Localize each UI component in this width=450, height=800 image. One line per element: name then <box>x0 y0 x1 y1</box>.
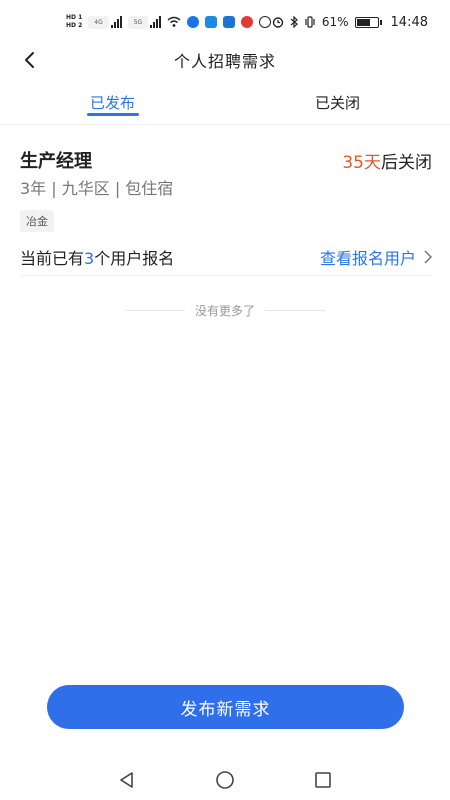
enroll-count: 3 <box>84 248 95 268</box>
enroll-suffix: 个用户报名 <box>94 248 175 268</box>
status-bar: HD 1 HD 2 4G 5G 61% 14:48 <box>0 0 450 44</box>
divider-right <box>265 310 325 311</box>
job-header-row: 生产经理 35天后关闭 <box>20 140 432 180</box>
signal-icon-2: 5G <box>127 16 162 29</box>
hd2-label: HD 2 <box>66 22 83 29</box>
view-applicants-label: 查看报名用户 <box>319 248 416 268</box>
weibo-icon <box>241 16 254 28</box>
system-nav-bar <box>0 760 450 800</box>
header: 个人招聘需求 <box>0 44 450 76</box>
tag-row: 冶金 <box>20 210 432 232</box>
enroll-row: 当前已有3个用户报名 查看报名用户 <box>20 242 432 276</box>
nav-back-button[interactable] <box>113 766 141 794</box>
industry-tag: 冶金 <box>20 210 54 232</box>
job-card[interactable]: 生产经理 35天后关闭 3年 | 九华区 | 包住宿 冶金 当前已有3个用户报名… <box>20 140 432 276</box>
vibrate-icon <box>305 16 315 28</box>
net2-label: 5G <box>127 16 149 29</box>
publish-new-button[interactable]: 发布新需求 <box>47 685 404 729</box>
job-meta: 3年 | 九华区 | 包住宿 <box>20 179 174 198</box>
close-days: 35天 <box>342 152 381 173</box>
app-icon-2 <box>205 16 218 28</box>
net1-label: 4G <box>88 16 109 29</box>
status-left: HD 1 HD 2 4G 5G <box>66 14 272 30</box>
recents-square-icon <box>315 772 331 788</box>
enroll-prefix: 当前已有 <box>20 248 85 268</box>
alarm-icon <box>272 17 284 28</box>
nav-recents-button[interactable] <box>309 766 337 794</box>
chevron-right-icon <box>424 249 432 264</box>
wifi-icon <box>167 16 181 27</box>
tab-divider <box>0 124 450 125</box>
close-countdown: 35天后关闭 <box>342 148 432 173</box>
enroll-text: 当前已有3个用户报名 <box>20 245 174 269</box>
chevron-left-icon <box>25 52 34 68</box>
battery-icon <box>354 16 382 28</box>
tab-closed[interactable]: 已关闭 <box>225 84 450 124</box>
app-icon-3 <box>223 16 236 28</box>
bluetooth-icon <box>290 16 298 28</box>
clock: 14:48 <box>390 14 428 30</box>
view-applicants-link[interactable]: 查看报名用户 <box>320 245 432 269</box>
status-right: 61% 14:48 <box>272 15 428 30</box>
hd1-label: HD 1 <box>66 14 83 21</box>
battery-percent: 61% <box>321 15 349 29</box>
no-more-text: 没有更多了 <box>194 304 255 318</box>
hd-indicator: HD 1 HD 2 <box>66 14 82 30</box>
home-circle-icon <box>216 771 234 789</box>
divider-left <box>124 310 185 311</box>
tab-published[interactable]: 已发布 <box>0 84 225 124</box>
job-title: 生产经理 <box>20 151 92 172</box>
close-suffix: 后关闭 <box>381 152 432 173</box>
app-icon-5 <box>259 16 272 28</box>
list-end: 没有更多了 <box>0 302 450 319</box>
app-icon-1 <box>187 16 200 28</box>
signal-icon: 4G <box>88 16 122 29</box>
tab-bar: 已发布 已关闭 <box>0 84 450 124</box>
back-triangle-icon <box>120 772 133 788</box>
back-button[interactable] <box>16 46 42 74</box>
nav-home-button[interactable] <box>211 766 239 794</box>
page-title: 个人招聘需求 <box>173 52 276 71</box>
